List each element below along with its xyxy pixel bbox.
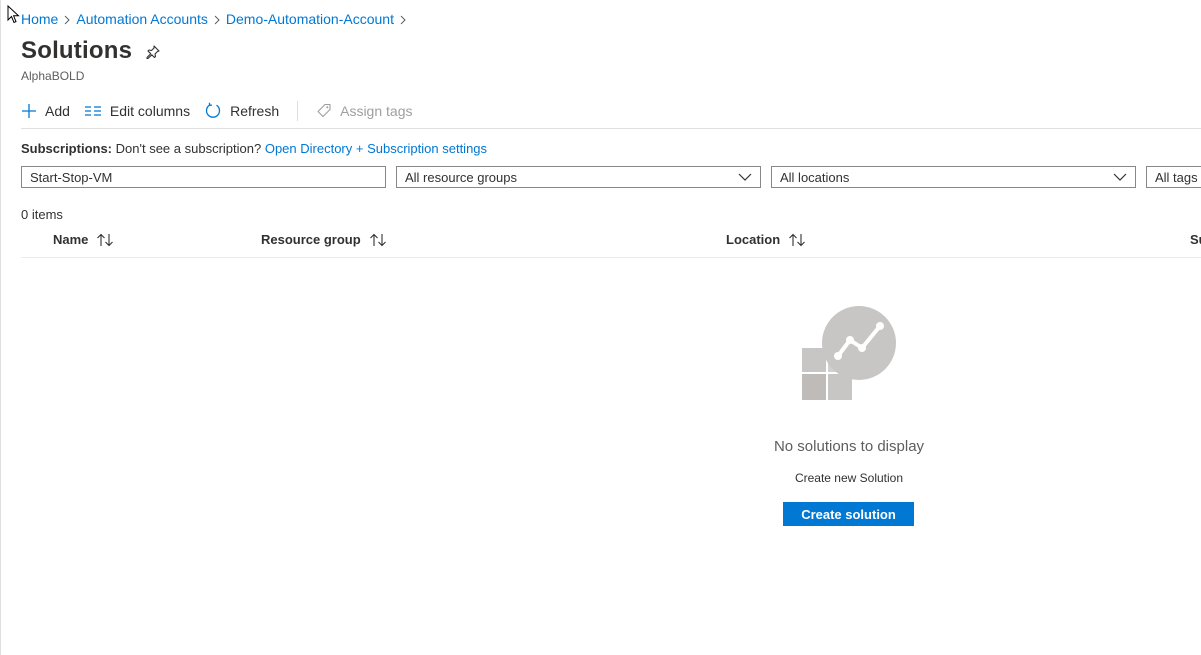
assign-tags-label: Assign tags [340, 103, 413, 119]
chevron-right-icon [58, 11, 76, 27]
breadcrumb-automation-accounts[interactable]: Automation Accounts [76, 11, 208, 27]
column-header-name[interactable]: Name [53, 232, 114, 247]
resource-groups-dropdown[interactable]: All resource groups [396, 166, 761, 188]
solutions-chart-icon [800, 306, 898, 407]
edit-columns-label: Edit columns [109, 103, 191, 119]
add-button[interactable]: Add [21, 103, 70, 119]
command-bar: Add Edit columns Refresh Assign tags [21, 99, 426, 123]
create-solution-button[interactable]: Create solution [783, 502, 914, 526]
sort-arrows-icon [96, 233, 114, 247]
search-input[interactable] [30, 169, 377, 185]
plus-icon [21, 103, 37, 119]
toolbar-divider [297, 101, 299, 121]
resource-groups-value: All resource groups [405, 169, 517, 185]
tag-icon [316, 103, 332, 119]
column-header-location-label: Location [726, 232, 781, 247]
columns-icon [84, 104, 102, 118]
tags-value: All tags [1155, 169, 1198, 185]
refresh-button[interactable]: Refresh [204, 102, 279, 120]
column-header-name-label: Name [53, 232, 89, 247]
column-header-location[interactable]: Location [726, 232, 806, 247]
sort-arrows-icon [788, 233, 806, 247]
column-header-resource-group[interactable]: Resource group [261, 232, 387, 247]
subscriptions-text: Don't see a subscription? [115, 141, 262, 156]
subscriptions-label: Subscriptions: [21, 141, 113, 156]
subscription-settings-link[interactable]: Open Directory + Subscription settings [265, 141, 487, 156]
subscriptions-info: Subscriptions: Don't see a subscription?… [21, 141, 487, 156]
page-subtitle: AlphaBOLD [21, 69, 85, 83]
mouse-cursor-icon [7, 4, 20, 27]
refresh-icon [204, 102, 222, 120]
add-button-label: Add [45, 103, 70, 119]
chevron-down-icon [738, 173, 752, 181]
items-count: 0 items [21, 207, 63, 222]
column-header-subscription[interactable]: Su [1190, 232, 1201, 247]
pin-icon[interactable] [145, 44, 161, 63]
edit-columns-button[interactable]: Edit columns [84, 103, 190, 119]
refresh-label: Refresh [230, 103, 280, 119]
breadcrumb: Home Automation Accounts Demo-Automation… [21, 11, 412, 27]
chevron-right-icon [394, 11, 412, 27]
locations-value: All locations [780, 169, 850, 185]
page-title: Solutions [21, 37, 133, 64]
chevron-right-icon [208, 11, 226, 27]
empty-state-message: No solutions to display [773, 438, 925, 455]
breadcrumb-demo-automation-account[interactable]: Demo-Automation-Account [226, 11, 394, 27]
locations-dropdown[interactable]: All locations [771, 166, 1136, 188]
tags-dropdown[interactable]: All tags [1146, 166, 1201, 188]
column-header-resource-group-label: Resource group [261, 232, 361, 247]
sort-arrows-icon [369, 233, 387, 247]
column-header-subscription-label: Su [1190, 232, 1201, 247]
blade-left-border [0, 0, 1, 655]
assign-tags-button[interactable]: Assign tags [316, 103, 412, 119]
header-divider [21, 257, 1201, 258]
breadcrumb-home[interactable]: Home [21, 11, 58, 27]
chevron-down-icon [1113, 173, 1127, 181]
toolbar-divider-line [21, 128, 1201, 129]
empty-state-submessage: Create new Solution [794, 471, 904, 485]
search-field[interactable] [21, 166, 386, 188]
